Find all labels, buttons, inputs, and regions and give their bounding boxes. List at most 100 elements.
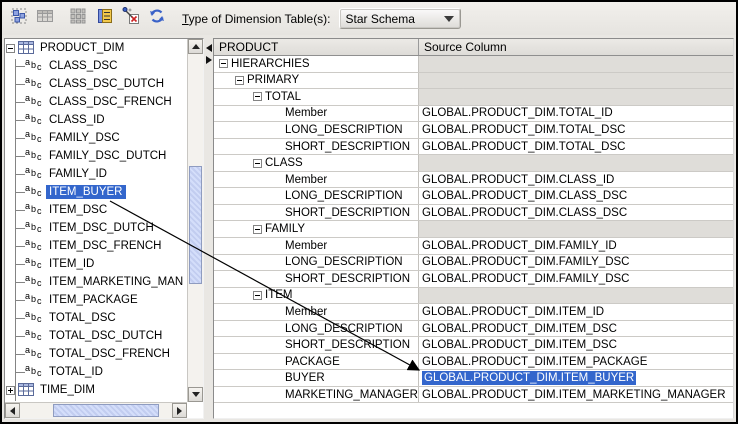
source-column-cell[interactable]: GLOBAL.PRODUCT_DIM.TOTAL_ID: [419, 106, 733, 122]
product-cell[interactable]: Member: [214, 105, 419, 122]
collapse-left-button[interactable]: [205, 43, 212, 53]
horizontal-scroll-thumb[interactable]: [53, 404, 159, 417]
source-column-cell[interactable]: GLOBAL.PRODUCT_DIM.FAMILY_ID: [419, 238, 733, 254]
product-cell[interactable]: LONG_DESCRIPTION: [214, 254, 419, 271]
clear-mapping-button[interactable]: [120, 7, 142, 30]
table-row[interactable]: Member GLOBAL.PRODUCT_DIM.TOTAL_ID: [214, 105, 733, 123]
tree-node-column[interactable]: a b c ITEM_MARKETING_MAN: [5, 273, 187, 291]
tree-node-root[interactable]: PRODUCT_DIM: [5, 39, 187, 57]
refresh-button[interactable]: [146, 8, 168, 30]
source-column-cell[interactable]: [419, 221, 733, 238]
column-header-source[interactable]: Source Column: [419, 39, 733, 55]
table-row[interactable]: SHORT_DESCRIPTION GLOBAL.PRODUCT_DIM.FAMI…: [214, 271, 733, 288]
scroll-left-button[interactable]: [5, 403, 20, 418]
source-column-cell[interactable]: GLOBAL.PRODUCT_DIM.CLASS_DSC: [419, 188, 733, 204]
properties-list-button[interactable]: [94, 8, 116, 30]
tree-node-root-collapsed[interactable]: TIME_DIM: [5, 381, 187, 399]
panel-splitter[interactable]: [204, 38, 213, 419]
product-cell[interactable]: SHORT_DESCRIPTION: [214, 271, 419, 287]
table-row[interactable]: HIERARCHIES: [214, 56, 733, 73]
table-row[interactable]: PRIMARY: [214, 72, 733, 90]
tree-node-column[interactable]: a b c TOTAL_DSC_FRENCH: [5, 345, 187, 363]
source-column-cell[interactable]: GLOBAL.PRODUCT_DIM.ITEM_BUYER: [419, 370, 733, 386]
table-row[interactable]: BUYER GLOBAL.PRODUCT_DIM.ITEM_BUYER: [214, 370, 733, 387]
source-column-cell[interactable]: GLOBAL.PRODUCT_DIM.CLASS_ID: [419, 172, 733, 188]
product-cell[interactable]: LONG_DESCRIPTION: [214, 320, 419, 337]
tree-node-column[interactable]: a b c CLASS_DSC_DUTCH: [5, 75, 187, 93]
source-column-cell[interactable]: GLOBAL.PRODUCT_DIM.FAMILY_DSC: [419, 255, 733, 271]
collapse-expander-icon[interactable]: [253, 158, 262, 168]
product-cell[interactable]: LONG_DESCRIPTION: [214, 122, 419, 138]
auto-layout-button[interactable]: [8, 8, 30, 30]
tree-node-column[interactable]: a b c FAMILY_ID: [5, 165, 187, 183]
vertical-scroll-thumb[interactable]: [189, 166, 202, 284]
tree-node-column[interactable]: a b c FAMILY_DSC_DUTCH: [5, 147, 187, 165]
source-column-cell[interactable]: GLOBAL.PRODUCT_DIM.ITEM_ID: [419, 304, 733, 320]
product-cell[interactable]: ITEM: [214, 287, 419, 304]
collapse-expander-icon[interactable]: [219, 59, 228, 69]
product-cell[interactable]: TOTAL: [214, 89, 419, 105]
collapse-expander-icon[interactable]: [6, 43, 15, 53]
tree-node-column[interactable]: a b c ITEM_DSC: [5, 201, 187, 219]
product-cell[interactable]: CLASS: [214, 155, 419, 171]
table-row[interactable]: FAMILY: [214, 221, 733, 239]
table-row[interactable]: LONG_DESCRIPTION GLOBAL.PRODUCT_DIM.FAMIL…: [214, 254, 733, 272]
product-cell[interactable]: HIERARCHIES: [214, 56, 419, 72]
tree-horizontal-scrollbar[interactable]: [5, 402, 187, 418]
table-row[interactable]: Member GLOBAL.PRODUCT_DIM.FAMILY_ID: [214, 238, 733, 255]
source-column-cell[interactable]: GLOBAL.PRODUCT_DIM.CLASS_DSC: [419, 205, 733, 221]
table-row[interactable]: LONG_DESCRIPTION GLOBAL.PRODUCT_DIM.TOTAL…: [214, 122, 733, 139]
table-row[interactable]: LONG_DESCRIPTION GLOBAL.PRODUCT_DIM.ITEM_…: [214, 320, 733, 338]
table-view-button[interactable]: [34, 8, 56, 30]
tree-node-column[interactable]: a b c ITEM_DSC_FRENCH: [5, 237, 187, 255]
product-cell[interactable]: FAMILY: [214, 221, 419, 238]
collapse-right-button[interactable]: [205, 55, 212, 65]
tree-node-column[interactable]: a b c TOTAL_DSC: [5, 309, 187, 327]
table-row[interactable]: LONG_DESCRIPTION GLOBAL.PRODUCT_DIM.CLASS…: [214, 188, 733, 205]
table-row[interactable]: Member GLOBAL.PRODUCT_DIM.CLASS_ID: [214, 171, 733, 189]
source-column-cell[interactable]: GLOBAL.PRODUCT_DIM.ITEM_MARKETING_MANAGE…: [419, 387, 733, 403]
source-column-cell[interactable]: [419, 287, 733, 304]
table-row[interactable]: TOTAL: [214, 89, 733, 106]
source-column-cell[interactable]: GLOBAL.PRODUCT_DIM.TOTAL_DSC: [419, 122, 733, 138]
product-cell[interactable]: LONG_DESCRIPTION: [214, 188, 419, 204]
source-column-cell[interactable]: GLOBAL.PRODUCT_DIM.ITEM_DSC: [419, 337, 733, 353]
source-column-cell[interactable]: GLOBAL.PRODUCT_DIM.FAMILY_DSC: [419, 271, 733, 287]
table-row[interactable]: CLASS: [214, 155, 733, 172]
table-row[interactable]: SHORT_DESCRIPTION GLOBAL.PRODUCT_DIM.TOTA…: [214, 138, 733, 156]
product-cell[interactable]: SHORT_DESCRIPTION: [214, 204, 419, 221]
tree-node-column[interactable]: a b c TOTAL_DSC_DUTCH: [5, 327, 187, 345]
table-row[interactable]: Member GLOBAL.PRODUCT_DIM.ITEM_ID: [214, 304, 733, 321]
product-cell[interactable]: Member: [214, 238, 419, 254]
source-column-cell[interactable]: GLOBAL.PRODUCT_DIM.ITEM_DSC: [419, 321, 733, 337]
scroll-right-button[interactable]: [172, 403, 187, 418]
expand-expander-icon[interactable]: [6, 385, 15, 395]
grid-view-button[interactable]: [67, 8, 89, 30]
tree-node-column[interactable]: a b c ITEM_PACKAGE: [5, 291, 187, 309]
tree-node-column[interactable]: a b c CLASS_DSC: [5, 57, 187, 75]
collapse-expander-icon[interactable]: [235, 75, 244, 85]
source-column-cell[interactable]: GLOBAL.PRODUCT_DIM.ITEM_PACKAGE: [419, 354, 733, 370]
tree-node-column[interactable]: a b c CLASS_DSC_FRENCH: [5, 93, 187, 111]
source-column-cell[interactable]: [419, 155, 733, 171]
product-cell[interactable]: MARKETING_MANAGER: [214, 386, 419, 403]
column-header-product[interactable]: PRODUCT: [214, 39, 419, 55]
tree-node-column[interactable]: a b c ITEM_DSC_DUTCH: [5, 219, 187, 237]
product-cell[interactable]: SHORT_DESCRIPTION: [214, 138, 419, 155]
table-row[interactable]: SHORT_DESCRIPTION GLOBAL.PRODUCT_DIM.CLAS…: [214, 204, 733, 222]
collapse-expander-icon[interactable]: [253, 224, 262, 234]
dimension-type-dropdown[interactable]: Star Schema: [338, 8, 461, 29]
product-cell[interactable]: Member: [214, 304, 419, 320]
tree-node-column[interactable]: a b c CLASS_ID: [5, 111, 187, 129]
collapse-expander-icon[interactable]: [253, 92, 262, 102]
source-column-cell[interactable]: [419, 56, 733, 72]
tree-node-column[interactable]: a b c FAMILY_DSC: [5, 129, 187, 147]
product-cell[interactable]: BUYER: [214, 370, 419, 386]
source-column-cell[interactable]: GLOBAL.PRODUCT_DIM.TOTAL_DSC: [419, 139, 733, 155]
scroll-up-button[interactable]: [188, 39, 203, 54]
table-row[interactable]: SHORT_DESCRIPTION GLOBAL.PRODUCT_DIM.ITEM…: [214, 337, 733, 354]
tree-vertical-scrollbar[interactable]: [187, 39, 203, 402]
product-cell[interactable]: PACKAGE: [214, 353, 419, 370]
source-column-cell[interactable]: [419, 89, 733, 105]
collapse-expander-icon[interactable]: [253, 290, 262, 300]
